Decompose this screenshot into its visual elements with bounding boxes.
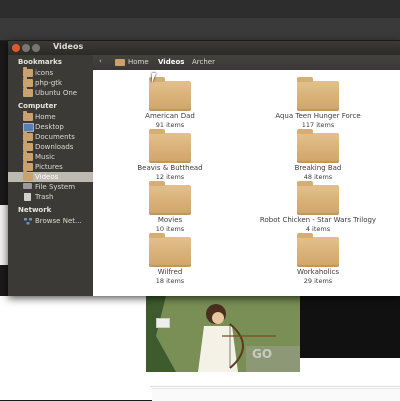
sidebar-item-browse-network[interactable]: Browse Net... xyxy=(8,216,93,226)
sidebar-heading-computer: Computer xyxy=(18,102,57,110)
sidebar-item-ubuntu-one[interactable]: Ubuntu One xyxy=(8,87,93,98)
folder-american-dad[interactable]: American Dad 91 items xyxy=(95,77,245,133)
sidebar-item-php-gtk[interactable]: php-gtk xyxy=(8,77,93,88)
sidebar-item-pictures[interactable]: Pictures xyxy=(8,161,93,172)
sidebar-item-trash[interactable]: Trash xyxy=(8,192,93,202)
folder-icon xyxy=(149,233,191,267)
folder-name: American Dad xyxy=(145,112,195,120)
sidebar-item-music[interactable]: Music xyxy=(8,151,93,162)
background-dark-panel xyxy=(300,296,400,358)
maximize-window-button[interactable] xyxy=(32,44,40,52)
videos-folder-icon xyxy=(23,171,33,181)
folder-name: Robot Chicken - Star Wars Trilogy xyxy=(259,216,377,224)
folder-icon xyxy=(149,77,191,111)
google-doodle-image[interactable]: GO xyxy=(146,296,300,372)
trash-icon xyxy=(24,193,31,201)
folder-name: Aqua Teen Hunger Force xyxy=(275,112,361,120)
folder-icon xyxy=(149,129,191,163)
sidebar-item-label: Downloads xyxy=(35,143,74,151)
folder-breaking-bad[interactable]: Breaking Bad 48 items xyxy=(243,129,393,185)
browser-toolbar-strip xyxy=(0,18,400,41)
folder-workaholics[interactable]: Workaholics 29 items xyxy=(243,233,393,289)
sidebar-item-label: Desktop xyxy=(35,123,64,131)
path-bar: ‹ Home Videos Archer xyxy=(93,55,400,70)
sidebar-item-documents[interactable]: Documents xyxy=(8,131,93,142)
sidebar-item-label: Home xyxy=(35,113,56,121)
window-titlebar[interactable]: Videos xyxy=(8,41,400,55)
folder-name: Beavis & Butthead xyxy=(137,164,203,172)
divider xyxy=(150,386,400,387)
folder-aqua-teen-hunger-force[interactable]: Aqua Teen Hunger Force 117 items xyxy=(243,77,393,133)
music-folder-icon xyxy=(23,151,33,161)
folder-item-count: 29 items xyxy=(303,277,333,285)
sidebar-item-label: Documents xyxy=(35,133,75,141)
sidebar-heading-network: Network xyxy=(18,206,52,214)
sidebar-item-label: Videos xyxy=(35,173,59,181)
sidebar-item-label: Browse Net... xyxy=(35,217,82,225)
sidebar-item-videos[interactable]: Videos xyxy=(8,171,93,182)
folder-icon xyxy=(149,181,191,215)
doodle-lettering: GO xyxy=(252,347,272,361)
folder-item-count: 117 items xyxy=(301,121,335,129)
breadcrumb-archer[interactable]: Archer xyxy=(192,57,215,68)
home-folder-icon xyxy=(23,111,33,121)
folder-name: Workaholics xyxy=(297,268,339,276)
home-folder-icon xyxy=(115,59,125,66)
folder-item-count: 4 items xyxy=(305,225,331,233)
breadcrumb-videos[interactable]: Videos xyxy=(158,57,184,68)
folder-icon xyxy=(23,67,33,77)
sidebar-heading-bookmarks: Bookmarks xyxy=(18,58,62,66)
sidebar-item-downloads[interactable]: Downloads xyxy=(8,141,93,152)
minimize-window-button[interactable] xyxy=(22,44,30,52)
sidebar-item-desktop[interactable]: Desktop xyxy=(8,122,93,132)
top-panel xyxy=(0,0,400,18)
folder-name: Wilfred xyxy=(157,268,183,276)
file-icon[interactable] xyxy=(156,318,170,328)
sidebar-item-label: File System xyxy=(35,183,76,191)
close-window-button[interactable] xyxy=(12,44,20,52)
folder-item-count: 10 items xyxy=(155,225,185,233)
back-arrow-icon[interactable]: ‹ xyxy=(99,57,102,65)
folder-item-count: 18 items xyxy=(155,277,185,285)
sidebar-item-file-system[interactable]: File System xyxy=(8,182,93,192)
background-page-edge xyxy=(0,205,8,265)
sidebar-item-home[interactable]: Home xyxy=(8,111,93,122)
folder-item-count: 91 items xyxy=(155,121,185,129)
places-sidebar: Bookmarks icons php-gtk Ubuntu One Compu… xyxy=(8,55,93,296)
sidebar-item-label: Music xyxy=(35,153,55,161)
folder-item-count: 48 items xyxy=(303,173,333,181)
folder-icon xyxy=(23,77,33,87)
documents-folder-icon xyxy=(23,131,33,141)
folder-icon xyxy=(23,87,33,97)
sidebar-item-icons[interactable]: icons xyxy=(8,67,93,78)
file-manager-window[interactable]: Videos Bookmarks icons php-gtk Ubuntu On… xyxy=(8,41,400,328)
breadcrumb-home[interactable]: Home xyxy=(128,57,149,68)
mouse-pointer-icon xyxy=(152,73,160,83)
sidebar-item-label: Ubuntu One xyxy=(35,89,78,97)
folder-icon xyxy=(297,181,339,215)
folder-movies[interactable]: Movies 10 items xyxy=(95,181,245,237)
folder-beavis-butthead[interactable]: Beavis & Butthead 12 items xyxy=(95,129,245,185)
downloads-folder-icon xyxy=(23,141,33,151)
sidebar-item-label: Trash xyxy=(35,193,54,201)
folder-wilfred[interactable]: Wilfred 18 items xyxy=(95,233,245,289)
sidebar-item-label: Pictures xyxy=(35,163,63,171)
folder-item-count: 12 items xyxy=(155,173,185,181)
folder-icon-view[interactable]: American Dad 91 items Aqua Teen Hunger F… xyxy=(93,70,400,328)
window-title: Videos xyxy=(53,42,84,51)
folder-icon xyxy=(297,233,339,267)
sidebar-item-label: icons xyxy=(35,69,54,77)
folder-icon xyxy=(297,77,339,111)
network-icon xyxy=(24,218,32,225)
folder-name: Breaking Bad xyxy=(294,164,342,172)
harddisk-icon xyxy=(23,183,32,189)
sidebar-item-label: php-gtk xyxy=(35,79,63,87)
folder-name: Movies xyxy=(157,216,183,224)
pictures-folder-icon xyxy=(23,161,33,171)
folder-robot-chicken-star-wars-trilogy[interactable]: Robot Chicken - Star Wars Trilogy 4 item… xyxy=(243,181,393,237)
folder-icon xyxy=(297,129,339,163)
background-search-area xyxy=(152,388,400,401)
